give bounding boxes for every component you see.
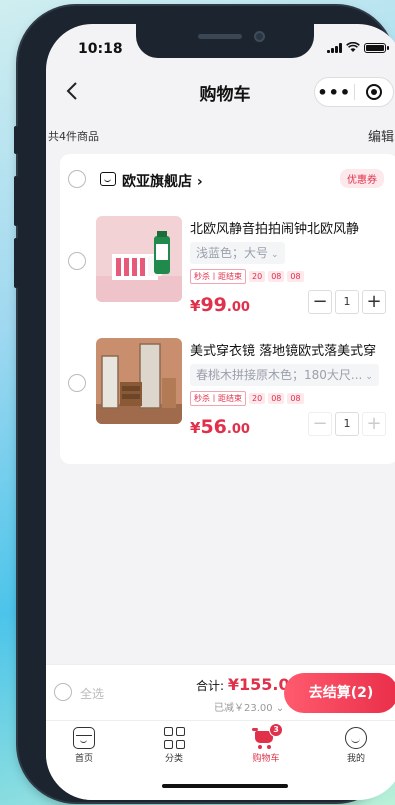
tab-label: 分类 — [164, 754, 183, 764]
category-grid-icon — [163, 727, 185, 749]
product-image[interactable] — [96, 216, 182, 302]
product-title[interactable]: 美式穿衣镜 落地镜欧式落美式穿 — [190, 340, 390, 359]
battery-icon — [364, 42, 389, 53]
profile-icon — [345, 727, 367, 749]
flash-sale-countdown: 秒杀丨距结束 20 08 08 — [190, 391, 304, 406]
item-count: 共4件商品 — [48, 130, 99, 143]
phone-frame: 10:18 购物车 ••• 共4件商品 编辑 欧亚旗舰店 › 优惠券 北欧风静音… — [14, 6, 395, 802]
discount-detail[interactable]: 已减￥23.00 ⌄ — [214, 699, 284, 714]
tab-cart[interactable]: 3 购物车 — [236, 723, 296, 764]
chevron-down-icon: ⌄ — [365, 372, 373, 382]
spec-text: 浅蓝色；大号 — [196, 246, 269, 260]
edit-button[interactable]: 编辑 — [368, 126, 394, 145]
chevron-down-icon: ⌄ — [271, 250, 279, 260]
flash-sale-countdown: 秒杀丨距结束 20 08 08 — [190, 269, 304, 284]
flash-sale-tag: 秒杀丨距结束 — [190, 269, 246, 284]
spec-selector[interactable]: 春桃木拼接原木色；180大尺... ⌄ — [190, 364, 379, 386]
price-decimal: .00 — [226, 422, 250, 437]
price-symbol: ¥ — [190, 297, 201, 315]
item-select-radio[interactable] — [68, 374, 86, 392]
summary-row: 共4件商品 编辑 — [46, 126, 395, 146]
tab-label: 我的 — [346, 754, 365, 764]
countdown-seconds: 08 — [287, 271, 304, 282]
home-indicator — [162, 784, 288, 788]
front-camera — [254, 31, 265, 42]
more-button[interactable]: ••• — [315, 83, 354, 102]
select-all-label[interactable]: 全选 — [80, 685, 104, 702]
shop-header: 欧亚旗舰店 › 优惠券 — [60, 154, 395, 202]
cart-item: 北欧风静音拍拍闹钟北欧风静 浅蓝色；大号 ⌄ 秒杀丨距结束 20 08 08 ¥9… — [60, 216, 395, 336]
countdown-minutes: 08 — [268, 393, 285, 404]
target-icon — [365, 84, 382, 100]
mute-switch — [14, 126, 18, 154]
price-integer: 99 — [200, 294, 227, 316]
nav-bar: 购物车 ••• — [46, 68, 395, 116]
price: ¥99.00 — [190, 294, 250, 316]
status-icons — [327, 42, 389, 53]
cart-item: 美式穿衣镜 落地镜欧式落美式穿 春桃木拼接原木色；180大尺... ⌄ 秒杀丨距结… — [60, 338, 395, 458]
decrease-button[interactable]: − — [308, 290, 332, 314]
home-icon — [73, 727, 95, 749]
item-select-radio[interactable] — [68, 252, 86, 270]
volume-up-button — [14, 176, 18, 226]
total-label: 合计: — [196, 679, 225, 693]
chevron-down-icon: ⌄ — [275, 703, 285, 714]
tab-label: 首页 — [74, 754, 93, 764]
product-title[interactable]: 北欧风静音拍拍闹钟北欧风静 — [190, 218, 390, 237]
countdown-minutes: 08 — [268, 271, 285, 282]
tab-profile[interactable]: 我的 — [326, 727, 386, 764]
volume-down-button — [14, 238, 18, 288]
status-time: 10:18 — [78, 41, 123, 57]
tab-home[interactable]: 首页 — [54, 727, 114, 764]
price-integer: 56 — [200, 416, 227, 438]
checkout-button[interactable]: 去结算(2) — [284, 673, 395, 713]
flash-sale-tag: 秒杀丨距结束 — [190, 391, 246, 406]
signal-icon — [327, 42, 342, 53]
quantity-value[interactable]: 1 — [335, 290, 359, 314]
quantity-value[interactable]: 1 — [335, 412, 359, 436]
store-icon — [100, 172, 116, 186]
select-all-radio[interactable] — [54, 683, 72, 701]
increase-button[interactable]: + — [362, 290, 386, 314]
countdown-hours: 20 — [249, 271, 266, 282]
close-button[interactable] — [355, 84, 394, 100]
quantity-stepper: − 1 + — [308, 290, 386, 314]
cart-icon: 3 — [252, 723, 283, 749]
spec-selector[interactable]: 浅蓝色；大号 ⌄ — [190, 242, 285, 264]
countdown-seconds: 08 — [287, 393, 304, 404]
cart-badge: 3 — [269, 723, 283, 737]
shop-card: 欧亚旗舰店 › 优惠券 北欧风静音拍拍闹钟北欧风静 浅蓝色；大号 ⌄ 秒杀丨距结… — [60, 154, 395, 464]
wifi-icon — [346, 42, 360, 52]
countdown-hours: 20 — [249, 393, 266, 404]
quantity-stepper: − 1 + — [308, 412, 386, 436]
tab-bar: 首页 分类 3 购物车 我的 — [46, 720, 395, 800]
mini-program-capsule: ••• — [314, 77, 394, 107]
shop-name[interactable]: 欧亚旗舰店 › — [122, 171, 203, 191]
increase-button[interactable]: + — [362, 412, 386, 436]
screen: 10:18 购物车 ••• 共4件商品 编辑 欧亚旗舰店 › 优惠券 北欧风静音… — [46, 24, 395, 800]
checkout-bar: 全选 合计: ¥155.00 已减￥23.00 ⌄ 去结算(2) — [46, 664, 395, 720]
discount-amount: 已减￥23.00 — [214, 703, 273, 714]
speaker — [198, 34, 242, 39]
coupon-button[interactable]: 优惠券 — [340, 169, 384, 188]
shop-select-radio[interactable] — [68, 170, 86, 188]
product-image[interactable] — [96, 338, 182, 424]
price: ¥56.00 — [190, 416, 250, 438]
price-symbol: ¥ — [190, 419, 201, 437]
notch — [136, 24, 314, 58]
price-decimal: .00 — [226, 300, 250, 315]
tab-category[interactable]: 分类 — [144, 727, 204, 764]
tab-label: 购物车 — [252, 754, 280, 764]
decrease-button[interactable]: − — [308, 412, 332, 436]
spec-text: 春桃木拼接原木色；180大尺... — [196, 368, 363, 382]
